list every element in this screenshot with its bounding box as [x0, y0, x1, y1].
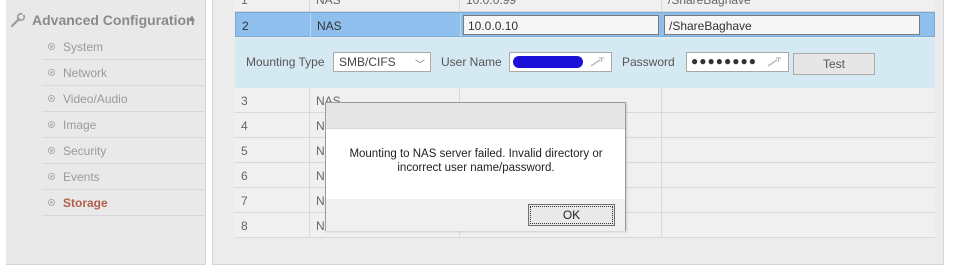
advanced-configuration-header[interactable]: Advanced Configuration ▲ [6, 5, 206, 33]
row-path [662, 213, 935, 238]
row-number: 3 [235, 88, 310, 113]
collapse-caret-icon[interactable]: ▲ [187, 13, 197, 24]
row-number: 4 [235, 113, 310, 138]
error-dialog: Mounting to NAS server failed. Invalid d… [325, 102, 626, 231]
bullet-icon [48, 69, 55, 76]
dialog-footer: OK [326, 199, 625, 231]
row-path [662, 88, 935, 113]
chevron-down-icon: ﹀ [415, 60, 425, 71]
mounting-settings-bar: Mounting Type SMB/CIFS ﹀ User Name Passw… [235, 38, 935, 88]
bullet-icon [48, 121, 55, 128]
row-number: 1 [235, 0, 310, 12]
sidebar-item-label: System [63, 40, 104, 54]
user-name-input[interactable] [509, 52, 612, 72]
password-label: Password [622, 55, 675, 69]
password-value: ●●●●●●●● [691, 54, 757, 68]
redaction-mark [513, 56, 583, 68]
mounting-type-select[interactable]: SMB/CIFS ﹀ [333, 52, 431, 72]
sidebar-item-image[interactable]: Image [42, 112, 206, 138]
sidebar-item-label: Network [63, 66, 108, 80]
wrench-icon [10, 12, 26, 28]
row-ip: 10.0.0.99 [460, 0, 662, 12]
bullet-icon [48, 199, 55, 206]
row-path: /ShareBaghave [668, 0, 751, 7]
sidebar-item-system[interactable]: System [42, 34, 206, 60]
bullet-icon [48, 147, 55, 154]
password-input[interactable]: ●●●●●●●● [686, 52, 789, 72]
row-number: 8 [235, 213, 310, 238]
sidebar-item-label: Storage [63, 196, 108, 210]
row-number: 2 [236, 13, 311, 38]
row-path [662, 163, 935, 188]
sidebar: Advanced Configuration ▲ System Network … [6, 0, 206, 265]
bullet-icon [48, 173, 55, 180]
row-path [662, 188, 935, 213]
key-icon [767, 57, 781, 67]
sidebar-item-security[interactable]: Security [42, 138, 206, 164]
row-type: NAS [311, 13, 461, 38]
dialog-title-bar[interactable] [326, 103, 625, 129]
sidebar-item-label: Image [63, 118, 97, 132]
sidebar-title: Advanced Configuration [32, 12, 195, 28]
sidebar-item-network[interactable]: Network [42, 60, 206, 86]
sidebar-item-events[interactable]: Events [42, 164, 206, 190]
row-number: 6 [235, 163, 310, 188]
share-path-input[interactable]: /ShareBaghave [664, 15, 920, 35]
mounting-type-value: SMB/CIFS [339, 55, 396, 69]
dialog-message: Mounting to NAS server failed. Invalid d… [334, 147, 618, 175]
bullet-icon [48, 43, 55, 50]
table-row[interactable]: 1 NAS 10.0.0.99 /ShareBaghave [235, 0, 935, 12]
sidebar-item-video-audio[interactable]: Video/Audio [42, 86, 206, 112]
mounting-type-label: Mounting Type [246, 55, 325, 69]
ok-button[interactable]: OK [528, 204, 615, 226]
sidebar-item-label: Security [63, 144, 107, 158]
test-button[interactable]: Test [793, 53, 875, 75]
row-path [662, 138, 935, 163]
key-icon [590, 57, 604, 67]
table-row-selected[interactable]: 2 NAS 10.0.0.10 /ShareBaghave [235, 12, 935, 38]
bullet-icon [48, 95, 55, 102]
row-number: 5 [235, 138, 310, 163]
user-name-label: User Name [441, 55, 502, 69]
sidebar-item-storage[interactable]: Storage [42, 190, 206, 216]
sidebar-item-label: Events [63, 170, 100, 184]
sidebar-item-label: Video/Audio [63, 92, 128, 106]
dialog-message-line: incorrect user name/password. [397, 162, 555, 174]
row-type: NAS [310, 0, 460, 12]
row-path [662, 113, 935, 138]
dialog-message-line: Mounting to NAS server failed. Invalid d… [349, 148, 603, 160]
ip-address-input[interactable]: 10.0.0.10 [463, 15, 659, 35]
row-number: 7 [235, 188, 310, 213]
